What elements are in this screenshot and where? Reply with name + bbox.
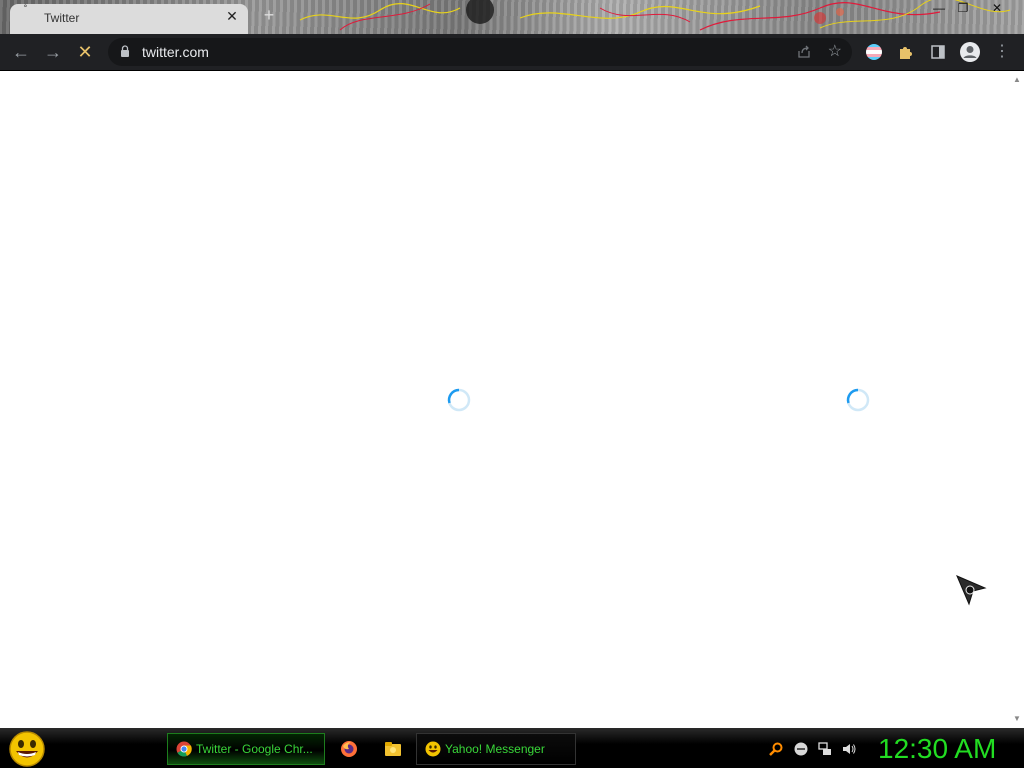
taskbar: Twitter - Google Chr... Yahoo! Messenger xyxy=(0,728,1024,768)
url-text[interactable]: twitter.com xyxy=(142,44,209,60)
taskbar-clock[interactable]: 12:30 AM xyxy=(878,732,996,766)
loading-spinner-icon xyxy=(846,388,870,412)
browser-toolbar: ← → ✕ twitter.com ☆ ⋮ xyxy=(0,34,1024,71)
extensions-icon[interactable] xyxy=(898,44,914,60)
mouse-cursor-icon xyxy=(956,575,987,606)
volume-icon[interactable] xyxy=(842,742,856,756)
taskbar-item-label: Twitter - Google Chr... xyxy=(196,742,313,756)
address-bar[interactable]: twitter.com ☆ xyxy=(108,38,852,66)
taskbar-item-chrome[interactable]: Twitter - Google Chr... xyxy=(167,733,325,765)
scroll-down-icon[interactable]: ▼ xyxy=(1013,715,1021,723)
menu-icon[interactable]: ⋮ xyxy=(991,41,1013,63)
back-icon[interactable]: ← xyxy=(10,41,32,63)
chrome-icon xyxy=(176,741,192,757)
vertical-scrollbar[interactable]: ▲ ▼ xyxy=(1010,71,1024,728)
share-icon[interactable] xyxy=(796,44,812,60)
close-window-icon[interactable]: ✕ xyxy=(986,0,1008,16)
lock-icon xyxy=(121,45,129,57)
taskbar-item-yahoo-messenger[interactable]: Yahoo! Messenger xyxy=(416,733,576,765)
yahoo-messenger-icon xyxy=(425,741,441,757)
loading-spinner-icon xyxy=(447,388,471,412)
messenger-status-icon[interactable] xyxy=(794,742,808,756)
forward-icon[interactable]: → xyxy=(42,41,64,63)
profile-flag-icon[interactable] xyxy=(865,43,883,61)
title-bar: ˚ Twitter ✕ + — ❐ ✕ xyxy=(0,0,1024,34)
search-icon[interactable] xyxy=(769,742,783,756)
sidebar-icon[interactable] xyxy=(930,44,946,60)
network-icon[interactable] xyxy=(818,742,832,756)
start-smiley-icon[interactable] xyxy=(8,730,46,768)
tab-twitter[interactable]: ˚ Twitter ✕ xyxy=(10,4,248,34)
page-content xyxy=(0,71,1010,728)
taskbar-item-label: Yahoo! Messenger xyxy=(445,742,545,756)
restore-icon[interactable]: ❐ xyxy=(952,0,974,16)
account-icon[interactable] xyxy=(959,41,981,63)
new-tab-icon[interactable]: + xyxy=(260,6,278,24)
tab-title: Twitter xyxy=(44,11,80,25)
file-explorer-icon[interactable] xyxy=(384,740,402,758)
tab-loading-icon: ˚ xyxy=(24,5,28,16)
firefox-icon[interactable] xyxy=(340,740,358,758)
star-icon[interactable]: ☆ xyxy=(828,42,842,62)
minimize-icon[interactable]: — xyxy=(928,0,950,16)
stop-icon[interactable]: ✕ xyxy=(74,41,96,63)
scroll-up-icon[interactable]: ▲ xyxy=(1013,76,1021,84)
close-tab-icon[interactable]: ✕ xyxy=(224,8,240,24)
